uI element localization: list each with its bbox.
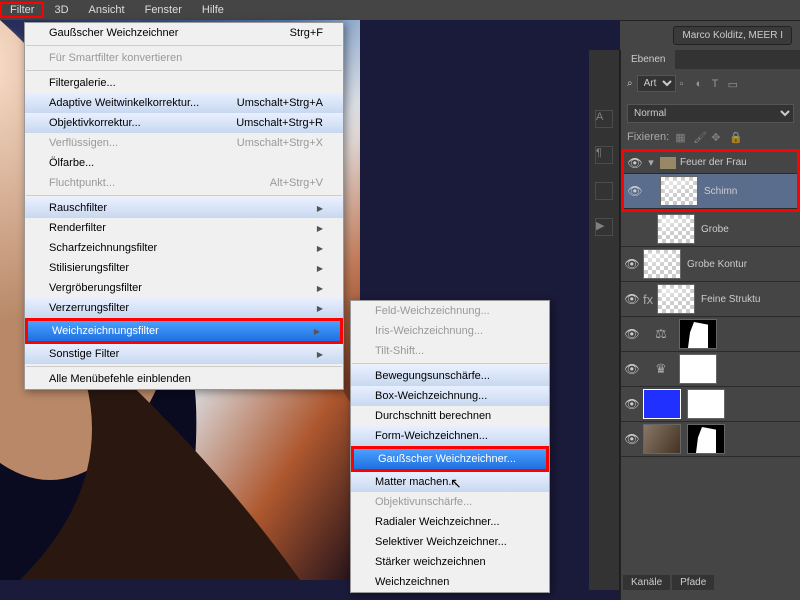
blur-shape[interactable]: Form-Weichzeichnen... — [351, 426, 549, 446]
layer-item-selected[interactable]: 👁 Schimn — [624, 174, 797, 209]
layer-name: Grobe — [701, 224, 729, 235]
layer-list: 👁 ▾ Feuer der Frau 👁 Schimn Grobe 👁 Grob… — [621, 149, 800, 457]
filter-icon[interactable]: T — [712, 78, 724, 90]
filter-pixelate[interactable]: Vergröberungsfilter — [25, 278, 343, 298]
mask-thumbnail[interactable] — [687, 389, 725, 419]
blur-smart[interactable]: Selektiver Weichzeichner... — [351, 532, 549, 552]
blur-submenu: Feld-Weichzeichnung... Iris-Weichzeichnu… — [350, 300, 550, 593]
layer-item[interactable]: 👁 ⚖ — [621, 317, 800, 352]
panel-icon[interactable]: A — [595, 110, 613, 128]
layer-item[interactable]: 👁 Grobe Kontur — [621, 247, 800, 282]
lock-position-icon[interactable]: ✥ — [711, 131, 723, 143]
blur-radial[interactable]: Radialer Weichzeichner... — [351, 512, 549, 532]
layer-item[interactable]: Grobe — [621, 212, 800, 247]
folder-arrow-icon[interactable]: ▾ — [646, 156, 656, 169]
layer-name: Grobe Kontur — [687, 259, 747, 270]
fx-icon[interactable]: fx — [643, 292, 657, 307]
blur-more[interactable]: Stärker weichzeichnen — [351, 552, 549, 572]
folder-icon — [660, 157, 676, 169]
menu-help[interactable]: Hilfe — [192, 2, 234, 18]
lock-paint-icon[interactable]: 🖌 — [693, 131, 705, 143]
layers-panel: Ebenen ⌕ Art ▫ ◐ T ▭ Normal Fixieren: ▦ … — [620, 50, 800, 600]
filter-smart: Für Smartfilter konvertieren — [25, 48, 343, 68]
mask-thumbnail[interactable] — [679, 319, 717, 349]
visibility-icon[interactable]: 👁 — [621, 292, 643, 306]
filter-blur[interactable]: Weichzeichnungsfilter — [28, 321, 340, 341]
filter-sharpen[interactable]: Scharfzeichnungsfilter — [25, 238, 343, 258]
layer-thumbnail[interactable] — [660, 176, 698, 206]
layer-name: Feine Struktu — [701, 294, 760, 305]
filter-icon[interactable]: ▫ — [680, 78, 692, 90]
folder-name: Feuer der Frau — [680, 157, 747, 168]
visibility-icon[interactable]: 👁 — [621, 257, 643, 271]
filter-showall[interactable]: Alle Menübefehle einblenden — [25, 369, 343, 389]
mask-thumbnail[interactable] — [687, 424, 725, 454]
layer-item[interactable]: 👁 — [621, 422, 800, 457]
tab-layers[interactable]: Ebenen — [621, 50, 675, 69]
layer-thumbnail[interactable] — [643, 424, 681, 454]
visibility-icon[interactable]: 👁 — [621, 362, 643, 376]
blur-matte[interactable]: Matter machen... — [351, 472, 549, 492]
visibility-icon[interactable]: 👁 — [621, 397, 643, 411]
blur-motion[interactable]: Bewegungsunschärfe... — [351, 366, 549, 386]
lock-all-icon[interactable]: 🔒 — [729, 131, 741, 143]
layer-thumbnail[interactable] — [657, 284, 695, 314]
filter-stylize[interactable]: Stilisierungsfilter — [25, 258, 343, 278]
lock-label: Fixieren: — [627, 131, 669, 143]
filter-noise[interactable]: Rauschfilter — [25, 198, 343, 218]
adjustment-icon: ⚖ — [643, 326, 679, 342]
blur-avg[interactable]: Durchschnitt berechnen — [351, 406, 549, 426]
filter-last[interactable]: Gaußscher WeichzeichnerStrg+F — [25, 23, 343, 43]
filter-oil[interactable]: Ölfarbe... — [25, 153, 343, 173]
filter-other[interactable]: Sonstige Filter — [25, 344, 343, 364]
visibility-icon[interactable]: 👁 — [621, 432, 643, 446]
filter-lens[interactable]: Objektivkorrektur...Umschalt+Strg+R — [25, 113, 343, 133]
layer-item[interactable]: 👁 ♛ — [621, 352, 800, 387]
top-menu-bar: Filter 3D Ansicht Fenster Hilfe — [0, 0, 800, 20]
user-button[interactable]: Marco Kolditz, MEER I — [673, 26, 792, 45]
blur-tilt: Tilt-Shift... — [351, 341, 549, 361]
filter-distort[interactable]: Verzerrungsfilter — [25, 298, 343, 318]
lock-transparency-icon[interactable]: ▦ — [675, 131, 687, 143]
panel-icon[interactable]: ¶ — [595, 146, 613, 164]
menu-3d[interactable]: 3D — [44, 2, 78, 18]
blur-iris: Iris-Weichzeichnung... — [351, 321, 549, 341]
filter-kind-select[interactable]: Art — [637, 75, 676, 92]
blur-box[interactable]: Box-Weichzeichnung... — [351, 386, 549, 406]
filter-gallery[interactable]: Filtergalerie... — [25, 73, 343, 93]
menu-window[interactable]: Fenster — [135, 2, 192, 18]
layer-thumbnail[interactable] — [643, 249, 681, 279]
filter-adaptive[interactable]: Adaptive Weitwinkelkorrektur...Umschalt+… — [25, 93, 343, 113]
layer-folder[interactable]: 👁 ▾ Feuer der Frau — [624, 152, 797, 174]
tab-paths[interactable]: Pfade — [672, 575, 714, 590]
tab-channels[interactable]: Kanäle — [623, 575, 670, 590]
filter-icon[interactable]: ▭ — [728, 78, 740, 90]
visibility-icon[interactable]: 👁 — [621, 327, 643, 341]
filter-menu-dropdown: Gaußscher WeichzeichnerStrg+F Für Smartf… — [24, 22, 344, 390]
panel-icon[interactable]: ▶ — [595, 218, 613, 236]
blur-field: Feld-Weichzeichnung... — [351, 301, 549, 321]
filter-vanish: Fluchtpunkt...Alt+Strg+V — [25, 173, 343, 193]
blur-gaussian[interactable]: Gaußscher Weichzeichner... — [354, 449, 546, 469]
blur-lensblur: Objektivunschärfe... — [351, 492, 549, 512]
blur-soft[interactable]: Weichzeichnen — [351, 572, 549, 592]
filter-liquify: Verflüssigen...Umschalt+Strg+X — [25, 133, 343, 153]
menu-view[interactable]: Ansicht — [79, 2, 135, 18]
blend-mode-select[interactable]: Normal — [627, 104, 794, 123]
panel-tabs-bottom: Kanäle Pfade — [623, 575, 714, 590]
adjustment-icon: ♛ — [643, 361, 679, 377]
layer-thumbnail[interactable] — [657, 214, 695, 244]
layer-item[interactable]: 👁 fx Feine Struktu — [621, 282, 800, 317]
layer-thumbnail[interactable] — [643, 389, 681, 419]
menu-filter[interactable]: Filter — [0, 2, 44, 18]
visibility-icon[interactable]: 👁 — [624, 156, 646, 170]
layer-item[interactable]: 👁 — [621, 387, 800, 422]
visibility-icon[interactable]: 👁 — [624, 184, 646, 198]
collapsed-panel-strip: A ¶ ▶ — [589, 50, 619, 590]
panel-icon[interactable] — [595, 182, 613, 200]
layer-name: Schimn — [704, 186, 737, 197]
filter-icon[interactable]: ◐ — [696, 78, 708, 90]
filter-render[interactable]: Renderfilter — [25, 218, 343, 238]
mask-thumbnail[interactable] — [679, 354, 717, 384]
